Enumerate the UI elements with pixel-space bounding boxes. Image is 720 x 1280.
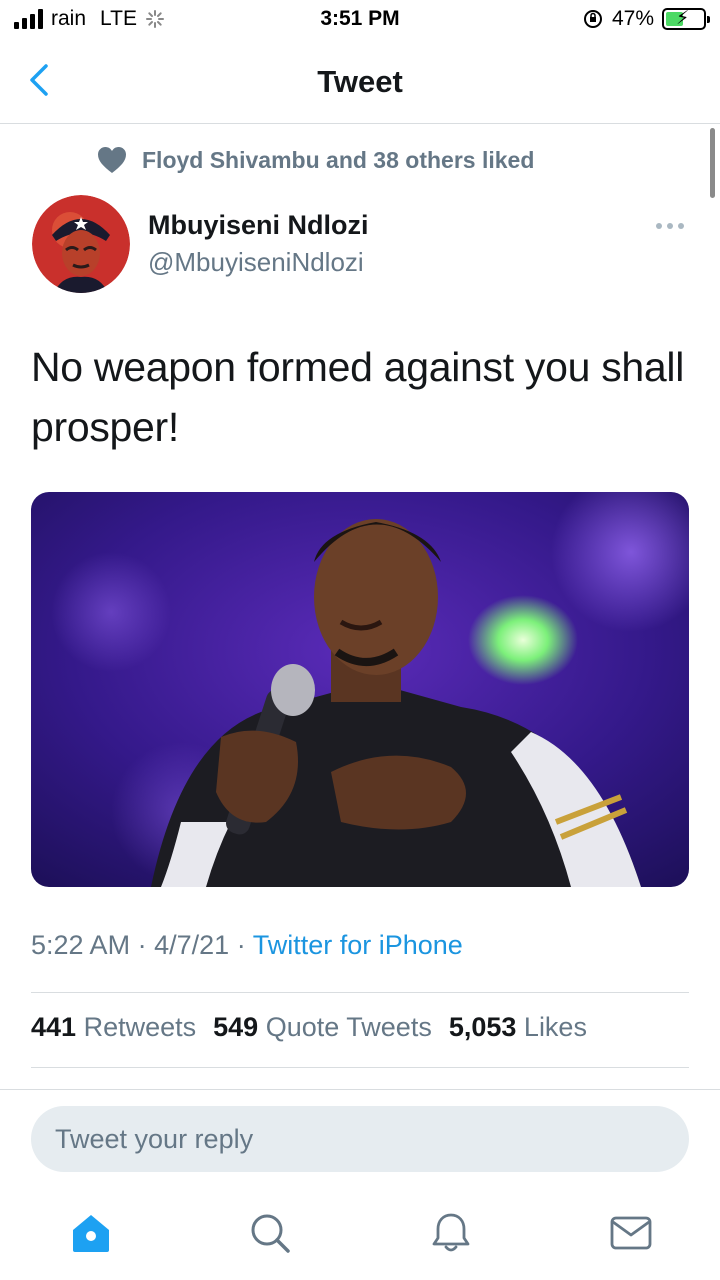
social-context-text: Floyd Shivambu and 38 others liked [142, 146, 535, 173]
likes-label: Likes [523, 1012, 587, 1042]
meta-separator: · [137, 930, 147, 960]
tab-messages[interactable] [608, 1210, 654, 1256]
nav-bar: Tweet [0, 40, 720, 124]
author-handle[interactable]: @MbuyiseniNdlozi [148, 247, 364, 278]
tab-home[interactable] [68, 1210, 114, 1256]
likes-count: 5,053 [448, 1012, 517, 1042]
charging-bolt-icon: ⚡ [676, 8, 690, 29]
avatar-image [32, 195, 130, 293]
orientation-lock-icon [583, 10, 602, 28]
social-context[interactable]: Floyd Shivambu and 38 others liked [96, 145, 534, 175]
author-name[interactable]: Mbuyiseni Ndlozi [148, 210, 369, 241]
bell-icon [432, 1213, 470, 1252]
meta-separator: · [236, 930, 246, 960]
search-icon [251, 1214, 290, 1253]
page-title: Tweet [317, 64, 403, 99]
likes-stat[interactable]: 5,053 Likes [449, 1012, 587, 1043]
tweet-photo[interactable] [31, 492, 689, 887]
more-dot [667, 223, 673, 229]
mail-icon [610, 1216, 652, 1250]
scrollbar[interactable] [710, 128, 715, 198]
more-options-button[interactable] [650, 214, 690, 238]
more-dot [656, 223, 662, 229]
divider [31, 1067, 689, 1068]
more-dot [678, 223, 684, 229]
quote-tweets-count: 549 [213, 1012, 259, 1042]
tweet-meta: 5:22 AM · 4/7/21 · Twitter for iPhone [31, 930, 463, 961]
tweet-photo-image [31, 492, 689, 887]
heart-icon [98, 147, 126, 173]
tab-notifications[interactable] [428, 1210, 474, 1256]
tweet-date: 4/7/21 [154, 930, 230, 960]
quote-tweets-label: Quote Tweets [265, 1012, 432, 1042]
retweets-label: Retweets [83, 1012, 197, 1042]
retweets-count: 441 [31, 1012, 77, 1042]
quote-tweets-stat[interactable]: 549 Quote Tweets [213, 1012, 432, 1043]
status-bar: rain LTE 3:51 PM 47% ⚡ [0, 0, 720, 40]
home-icon [73, 1215, 109, 1252]
battery-icon: ⚡ [662, 8, 710, 30]
tab-search[interactable] [247, 1210, 293, 1256]
tweet-source-link[interactable]: Twitter for iPhone [253, 930, 463, 960]
avatar[interactable] [32, 195, 130, 293]
tweet-stats: 441 Retweets 549 Quote Tweets 5,053 Like… [31, 1012, 587, 1043]
divider [31, 992, 689, 993]
reply-input[interactable]: Tweet your reply [31, 1106, 689, 1172]
tweet-time: 5:22 AM [31, 930, 131, 960]
battery-percent: 47% [611, 7, 654, 30]
tweet-text: No weapon formed against you shall prosp… [31, 344, 685, 450]
divider [0, 1089, 720, 1090]
status-right: 47% ⚡ [582, 7, 710, 31]
reply-placeholder: Tweet your reply [55, 1124, 254, 1154]
retweets-stat[interactable]: 441 Retweets [31, 1012, 196, 1043]
